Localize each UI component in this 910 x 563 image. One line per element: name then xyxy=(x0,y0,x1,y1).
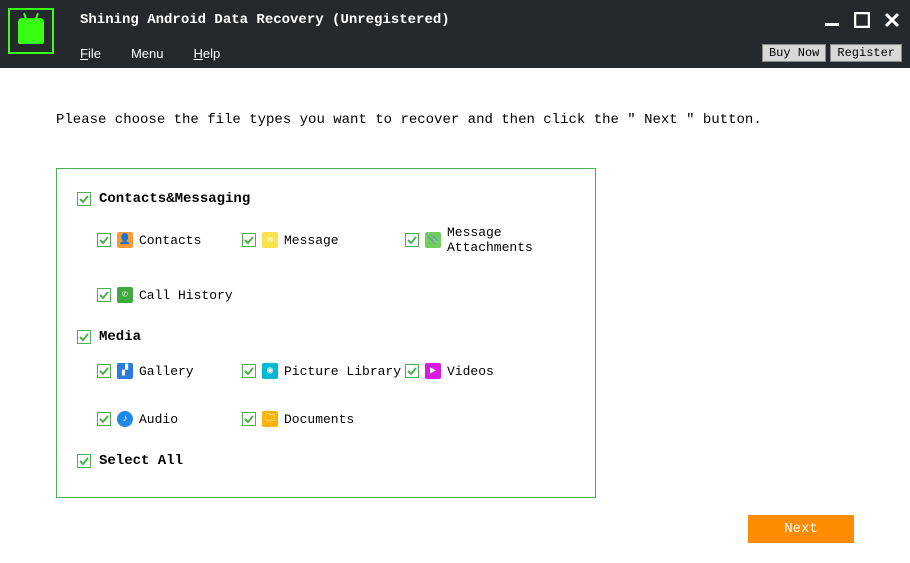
checkbox-call-history[interactable] xyxy=(97,288,111,302)
section-media: Media xyxy=(77,329,575,345)
item-documents: 🗀 Documents xyxy=(242,411,405,427)
checkbox-select-all[interactable] xyxy=(77,454,91,468)
checkbox-picture-library[interactable] xyxy=(242,364,256,378)
label-message: Message xyxy=(284,233,339,248)
checkbox-contacts-messaging[interactable] xyxy=(77,192,91,206)
attachment-icon: 📎 xyxy=(425,232,441,248)
maximize-icon xyxy=(854,12,870,28)
label-attachments: Message Attachments xyxy=(447,225,580,255)
checkbox-gallery[interactable] xyxy=(97,364,111,378)
picture-icon: ◉ xyxy=(262,363,278,379)
contacts-icon: 👤 xyxy=(117,232,133,248)
audio-icon: ♪ xyxy=(117,411,133,427)
instruction-text: Please choose the file types you want to… xyxy=(56,68,854,128)
checkbox-message[interactable] xyxy=(242,233,256,247)
app-logo xyxy=(8,8,54,54)
video-icon: ▶ xyxy=(425,363,441,379)
phone-icon: ✆ xyxy=(117,287,133,303)
select-all-row: Select All xyxy=(77,453,575,469)
select-all-label: Select All xyxy=(99,453,183,469)
checkbox-documents[interactable] xyxy=(242,412,256,426)
checkbox-videos[interactable] xyxy=(405,364,419,378)
item-message: ✉ Message xyxy=(242,225,405,255)
section-contacts-messaging: Contacts&Messaging xyxy=(77,191,575,207)
buy-now-button[interactable]: Buy Now xyxy=(762,44,826,62)
item-picture-library: ◉ Picture Library xyxy=(242,363,405,379)
maximize-button[interactable] xyxy=(854,12,870,28)
item-attachments: 📎 Message Attachments xyxy=(405,225,580,255)
menubar: File Menu Help xyxy=(80,46,220,61)
label-gallery: Gallery xyxy=(139,364,194,379)
minimize-button[interactable] xyxy=(824,12,840,28)
label-videos: Videos xyxy=(447,364,494,379)
minimize-icon xyxy=(824,12,840,28)
label-call-history: Call History xyxy=(139,288,233,303)
item-gallery: ▞ Gallery xyxy=(97,363,242,379)
registration-buttons: Buy Now Register xyxy=(762,44,902,62)
label-picture-library: Picture Library xyxy=(284,364,401,379)
contacts-items-grid: 👤 Contacts ✉ Message 📎 Message Attachmen… xyxy=(97,225,575,303)
content-area: Please choose the file types you want to… xyxy=(0,68,910,563)
window-controls xyxy=(824,12,900,28)
menu-help[interactable]: Help xyxy=(194,46,221,61)
gallery-icon: ▞ xyxy=(117,363,133,379)
file-types-panel: Contacts&Messaging 👤 Contacts ✉ Message … xyxy=(56,168,596,498)
label-audio: Audio xyxy=(139,412,178,427)
item-contacts: 👤 Contacts xyxy=(97,225,242,255)
media-items-grid: ▞ Gallery ◉ Picture Library ▶ Videos ♪ A… xyxy=(97,363,575,427)
checkbox-attachments[interactable] xyxy=(405,233,419,247)
close-button[interactable] xyxy=(884,12,900,28)
item-videos: ▶ Videos xyxy=(405,363,580,379)
checkbox-media[interactable] xyxy=(77,330,91,344)
checkbox-audio[interactable] xyxy=(97,412,111,426)
next-button[interactable]: Next xyxy=(748,515,854,543)
item-audio: ♪ Audio xyxy=(97,411,242,427)
register-button[interactable]: Register xyxy=(830,44,902,62)
checkbox-contacts[interactable] xyxy=(97,233,111,247)
close-icon xyxy=(884,12,900,28)
item-call-history: ✆ Call History xyxy=(97,287,242,303)
label-documents: Documents xyxy=(284,412,354,427)
section-label-contacts: Contacts&Messaging xyxy=(99,191,250,207)
section-label-media: Media xyxy=(99,329,141,345)
label-contacts: Contacts xyxy=(139,233,201,248)
titlebar: Shining Android Data Recovery (Unregiste… xyxy=(0,0,910,68)
android-icon xyxy=(18,18,44,44)
folder-icon: 🗀 xyxy=(262,411,278,427)
window-title: Shining Android Data Recovery (Unregiste… xyxy=(80,12,450,28)
menu-file[interactable]: File xyxy=(80,46,101,61)
message-icon: ✉ xyxy=(262,232,278,248)
menu-menu[interactable]: Menu xyxy=(131,46,164,61)
